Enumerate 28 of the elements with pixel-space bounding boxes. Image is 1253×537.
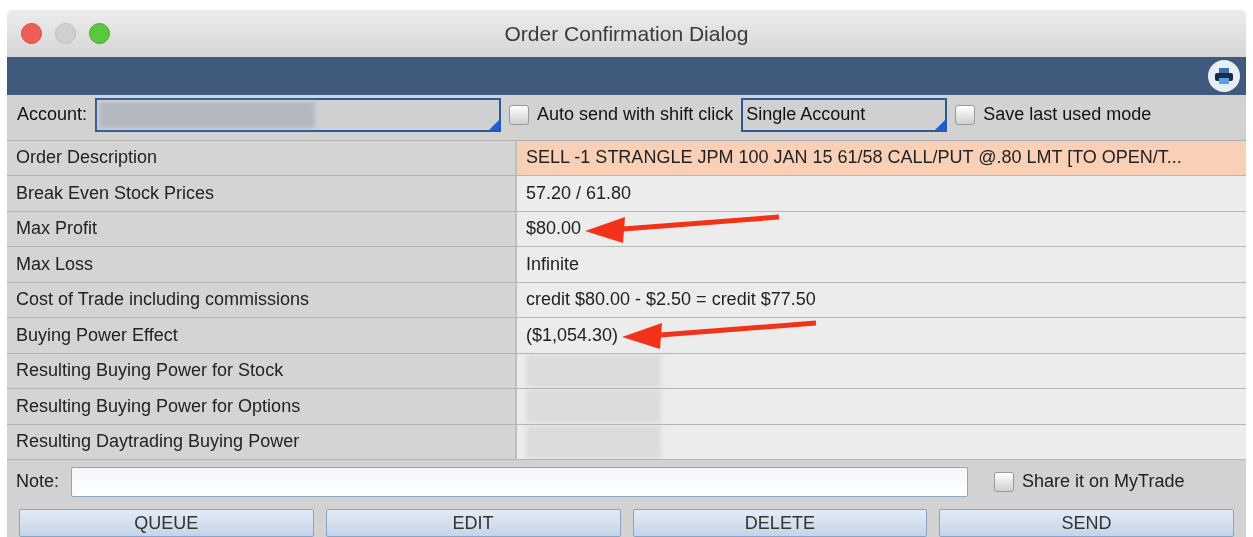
window-title: Order Confirmation Dialog [504, 20, 749, 47]
share-label: Share it on MyTrade [1022, 470, 1185, 494]
checkbox[interactable] [509, 104, 530, 125]
action-button[interactable]: DELETE [632, 509, 928, 537]
checkbox[interactable] [994, 471, 1015, 492]
dropdown-corner-icon [489, 119, 500, 130]
mode-dropdown[interactable]: Single Account [741, 97, 948, 132]
row-value: 57.20 / 61.80 [526, 182, 632, 205]
row-value: ($1,054.30) [526, 324, 619, 347]
auto-send-label: Auto send with shift click [537, 103, 734, 127]
checkbox[interactable] [955, 104, 976, 125]
note-field[interactable] [71, 466, 969, 497]
row-value: Infinite [526, 253, 580, 276]
row-value: SELL -1 STRANGLE JPM 100 JAN 15 61/58 CALL/PUT @.80 LMT [TO OPEN/T... [526, 146, 1182, 170]
action-button[interactable]: SEND [939, 509, 1234, 537]
action-button[interactable]: EDIT [325, 509, 621, 537]
printer-icon[interactable] [1208, 60, 1240, 92]
account-label: Account: [17, 103, 88, 127]
note-label: Note: [16, 470, 60, 494]
row-value: $80.00 [526, 217, 582, 241]
account-dropdown[interactable] [95, 97, 502, 132]
save-mode-label: Save last used mode [983, 103, 1152, 127]
dropdown-corner-icon [935, 119, 946, 130]
zoom-button[interactable] [89, 23, 110, 44]
minimize-button[interactable] [55, 23, 76, 44]
close-button[interactable] [21, 23, 42, 44]
row-value: credit $80.00 - $2.50 = credit $77.50 [526, 288, 816, 312]
action-button[interactable]: QUEUE [19, 509, 314, 537]
